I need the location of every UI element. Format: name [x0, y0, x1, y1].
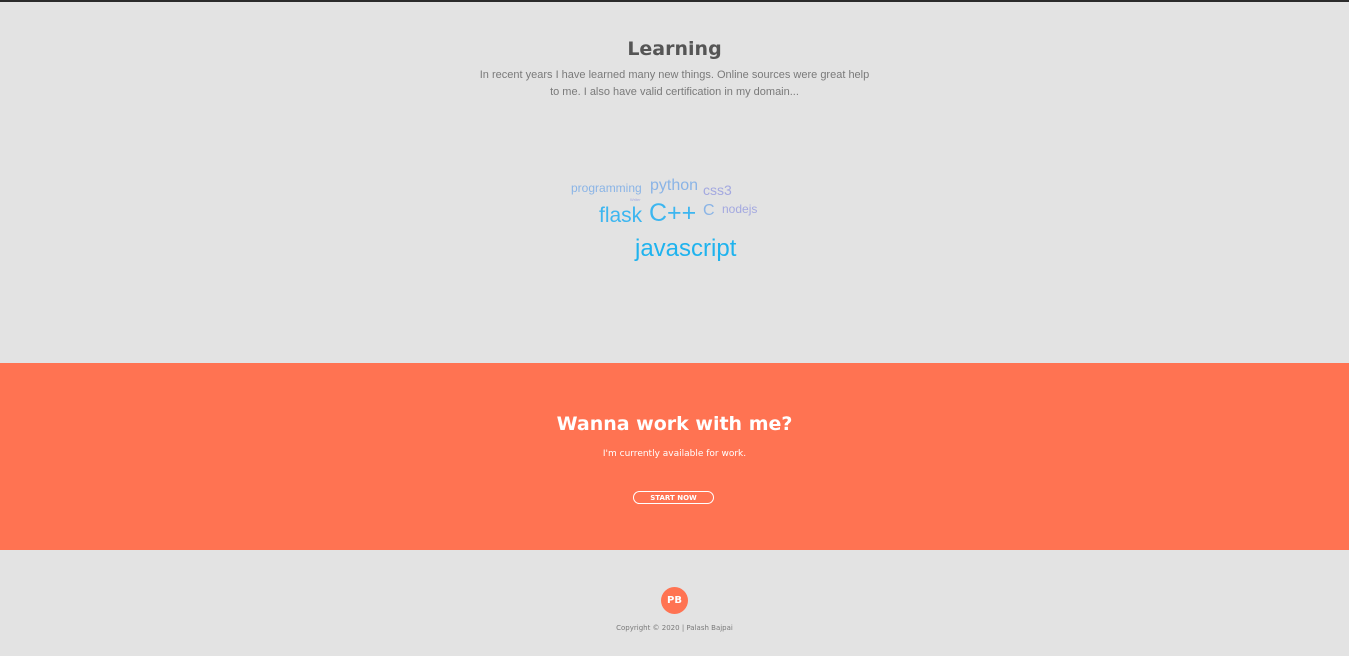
cta-title: Wanna work with me? [556, 413, 793, 435]
word-python: python [650, 177, 699, 194]
word-cpp: C++ [649, 199, 697, 227]
start-now-button[interactable]: START NOW [633, 491, 714, 504]
skills-word-cloud: programming python css3 Writer flask C++… [0, 2, 1349, 363]
learning-section: Learning In recent years I have learned … [0, 2, 1349, 363]
word-nodejs: nodejs [722, 202, 758, 216]
copyright-text: Copyright © 2020 | Palash Bajpai [616, 624, 733, 632]
word-flask: flask [599, 204, 643, 227]
cta-subtitle: I'm currently available for work. [602, 449, 747, 459]
word-c: C [703, 202, 715, 219]
word-writer: Writer [630, 197, 641, 202]
word-programming: programming [571, 181, 642, 195]
word-css3: css3 [703, 182, 732, 198]
avatar-logo[interactable]: PB [661, 587, 688, 614]
page-footer: PB Copyright © 2020 | Palash Bajpai [0, 550, 1349, 656]
word-javascript: javascript [635, 235, 737, 262]
work-with-me-section: Wanna work with me? I'm currently availa… [0, 363, 1349, 550]
